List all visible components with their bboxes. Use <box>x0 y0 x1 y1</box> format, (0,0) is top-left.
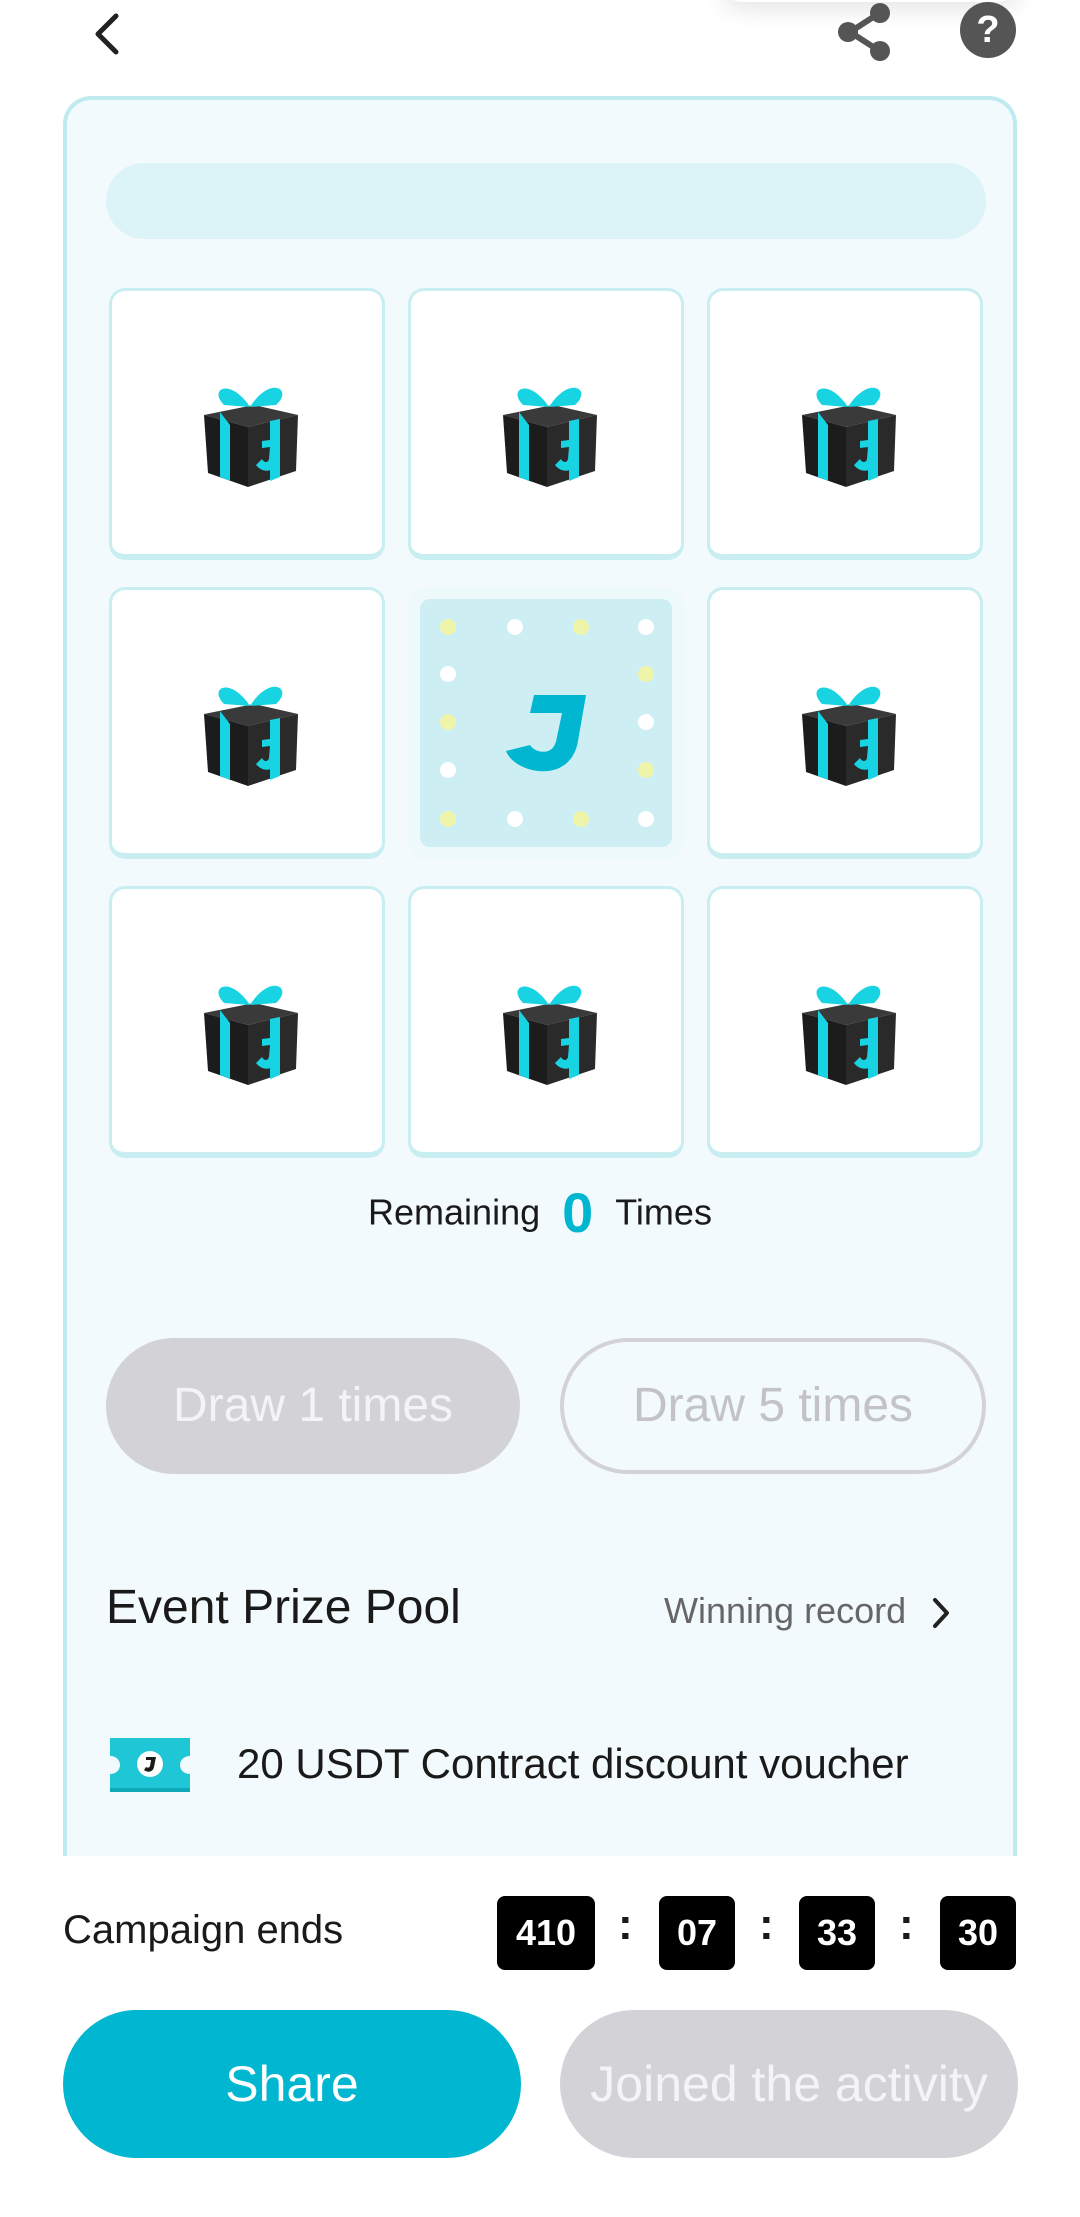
gift-box-icon <box>204 985 298 1085</box>
winning-record-link[interactable]: Winning record <box>664 1590 952 1632</box>
light-dot <box>507 811 523 827</box>
gift-box-icon <box>802 686 896 786</box>
voucher-ticket-icon <box>110 1738 190 1792</box>
light-dot <box>440 811 456 827</box>
light-dot <box>440 762 456 778</box>
prize-cell-3 <box>707 288 983 560</box>
winning-record-label: Winning record <box>664 1590 907 1631</box>
countdown-separator: : <box>618 1900 633 1949</box>
prize-cell-8 <box>707 886 983 1158</box>
top-bar: ? <box>0 0 1080 90</box>
back-button[interactable] <box>78 6 138 66</box>
countdown-separator: : <box>899 1900 914 1949</box>
draw-center-button[interactable] <box>408 587 684 859</box>
countdown-minutes: 33 <box>799 1896 875 1970</box>
prize-pool-title: Event Prize Pool <box>106 1581 461 1634</box>
joined-activity-button[interactable]: Joined the activity <box>560 2010 1018 2158</box>
light-dot <box>573 619 589 635</box>
gift-box-icon <box>802 985 896 1085</box>
help-button[interactable]: ? <box>960 2 1016 58</box>
light-dot <box>440 714 456 730</box>
share-button[interactable]: Share <box>63 2010 521 2158</box>
prize-cell-2 <box>408 288 684 560</box>
draw-one-button[interactable]: Draw 1 times <box>106 1338 520 1474</box>
prize-item-label: 20 USDT Contract discount voucher <box>237 1740 909 1787</box>
center-inner <box>420 599 672 847</box>
gift-box-icon <box>204 387 298 487</box>
gift-box-icon <box>503 985 597 1085</box>
prize-cell-6 <box>109 886 385 1158</box>
light-dot <box>440 619 456 635</box>
light-dot <box>638 619 654 635</box>
gift-box-icon <box>802 387 896 487</box>
light-dot <box>507 619 523 635</box>
draw-five-button[interactable]: Draw 5 times <box>560 1338 986 1474</box>
prize-cell-5 <box>707 587 983 859</box>
light-dot <box>638 666 654 682</box>
light-dot <box>573 811 589 827</box>
prize-cell-4 <box>109 587 385 859</box>
remaining-draws: Remaining 0 Times <box>0 1180 1080 1260</box>
remaining-prefix: Remaining <box>368 1191 541 1233</box>
light-dot <box>638 762 654 778</box>
campaign-ends-label: Campaign ends <box>63 1908 344 1952</box>
share-icon <box>838 3 890 61</box>
prize-cell-7 <box>408 886 684 1158</box>
countdown-days: 410 <box>497 1896 595 1970</box>
share-icon-button[interactable] <box>832 2 898 62</box>
countdown-seconds: 30 <box>940 1896 1016 1970</box>
gift-box-icon <box>503 387 597 487</box>
light-dot <box>638 811 654 827</box>
countdown-hours: 07 <box>659 1896 735 1970</box>
gift-box-icon <box>204 686 298 786</box>
light-dot <box>638 714 654 730</box>
remaining-suffix: Times <box>615 1191 712 1233</box>
countdown-separator: : <box>759 1900 774 1949</box>
brand-logo-icon <box>506 695 586 772</box>
prize-cell-1 <box>109 288 385 560</box>
light-dot <box>440 666 456 682</box>
remaining-count: 0 <box>562 1181 594 1244</box>
chevron-right-icon <box>933 1598 950 1629</box>
winner-marquee-bar <box>106 163 986 239</box>
chevron-left-icon <box>95 13 119 55</box>
